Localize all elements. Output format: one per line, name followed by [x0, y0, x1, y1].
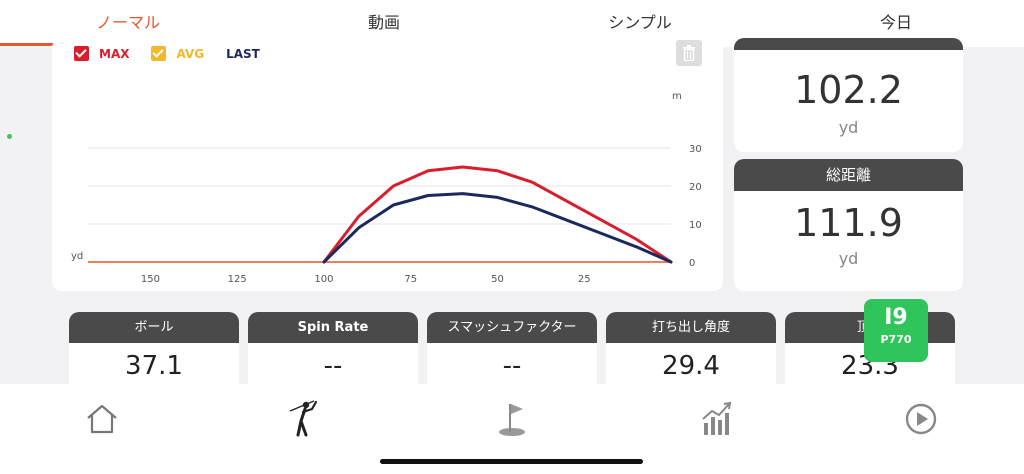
nav-swing[interactable]: [285, 400, 321, 437]
max-checkbox-icon[interactable]: [74, 46, 89, 61]
x-tick-label: 25: [578, 274, 591, 285]
smash-factor-card: スマッシュファクター --: [427, 312, 597, 392]
nav-play[interactable]: [903, 401, 939, 437]
play-icon: [905, 403, 937, 435]
y-tick-label: 30: [689, 144, 702, 155]
launch-angle-value: 29.4: [662, 351, 720, 381]
series-line-max: [322, 165, 673, 264]
smash-factor-value: --: [502, 351, 522, 381]
y-unit-label: m: [672, 91, 682, 102]
legend-avg-label: AVG: [176, 46, 205, 61]
legend-max[interactable]: MAX: [74, 46, 129, 61]
club-selector-badge[interactable]: I9 P770: [864, 299, 928, 362]
ball-speed-value: 37.1: [125, 351, 183, 381]
total-distance-unit: yd: [838, 249, 859, 268]
spin-rate-label: Spin Rate: [248, 312, 418, 343]
golfer-icon: [289, 400, 318, 437]
smash-factor-label: スマッシュファクター: [427, 312, 597, 343]
home-icon: [87, 404, 117, 434]
carry-card-header: [734, 38, 963, 50]
trajectory-chart: 0 10 20 30 150 125 100 75 50 25 m yd: [71, 91, 702, 285]
x-tick-label: 125: [228, 274, 247, 285]
trash-icon: [683, 45, 695, 61]
status-indicator-dot: [7, 134, 12, 139]
avg-checkbox-icon[interactable]: [151, 46, 167, 61]
ball-speed-label: ボール: [69, 312, 239, 343]
carry-distance-card: 102.2 yd: [734, 38, 963, 152]
y-tick-label: 20: [689, 182, 702, 193]
x-tick-label: 100: [314, 274, 333, 285]
course-flag-icon: [499, 404, 525, 436]
x-tick-label: 50: [491, 274, 504, 285]
nav-stats[interactable]: [699, 401, 735, 437]
y-tick-label: 0: [689, 258, 695, 269]
carry-value: 102.2: [794, 68, 903, 112]
x-tick-label: 150: [141, 274, 160, 285]
total-distance-card: 総距離 111.9 yd: [734, 159, 963, 291]
total-distance-label: 総距離: [734, 159, 963, 191]
x-unit-label: yd: [71, 251, 83, 262]
launch-angle-label: 打ち出し角度: [606, 312, 776, 343]
legend-last[interactable]: LAST: [226, 47, 260, 61]
chart-legend: MAX AVG LAST: [74, 46, 282, 61]
launch-angle-card: 打ち出し角度 29.4: [606, 312, 776, 392]
x-tick-label: 75: [404, 274, 417, 285]
y-tick-label: 10: [689, 220, 702, 231]
nav-home[interactable]: [84, 401, 120, 437]
spin-rate-card: Spin Rate --: [248, 312, 418, 392]
ball-speed-card: ボール 37.1: [69, 312, 239, 392]
delete-button[interactable]: [676, 40, 702, 66]
spin-rate-value: --: [323, 351, 343, 381]
legend-max-label: MAX: [99, 46, 130, 61]
club-model: P770: [880, 333, 912, 346]
legend-last-label: LAST: [226, 46, 260, 61]
nav-course[interactable]: [494, 401, 530, 437]
club-number: I9: [884, 305, 908, 330]
legend-avg[interactable]: AVG: [151, 46, 204, 61]
trajectory-chart-card: 0 10 20 30 150 125 100 75 50 25 m yd MAX AVG LAST: [52, 38, 723, 291]
carry-unit: yd: [838, 118, 859, 137]
stats-chart-icon: [702, 401, 732, 435]
total-distance-value: 111.9: [794, 201, 903, 245]
home-indicator-bar: [380, 459, 643, 464]
series-line-last: [322, 192, 673, 264]
